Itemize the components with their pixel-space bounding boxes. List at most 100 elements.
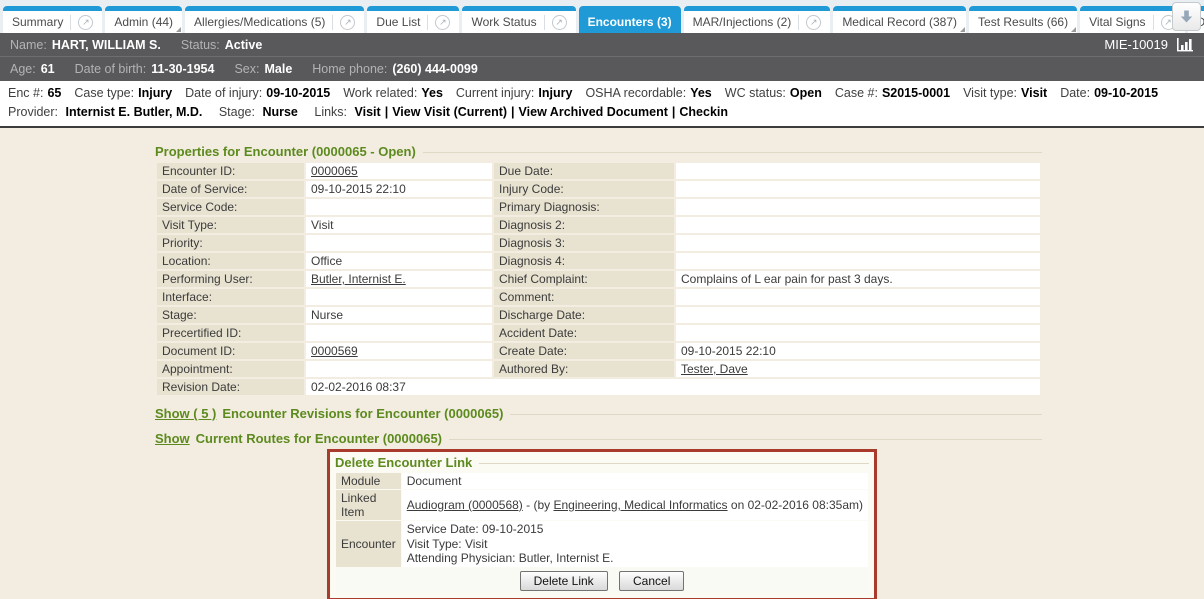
tab-admin-44[interactable]: Admin (44): [105, 6, 182, 33]
popout-icon[interactable]: ↗: [552, 15, 567, 30]
tab-due-list[interactable]: Due List↗: [367, 6, 459, 33]
tab-summary[interactable]: Summary ↗: [3, 6, 102, 33]
property-value: 09-10-2015 22:10: [676, 343, 1040, 359]
encounter-row: Encounter Service Date: 09-10-2015 Visit…: [336, 521, 868, 567]
cancel-button[interactable]: Cancel: [619, 571, 684, 591]
property-label: Priority:: [157, 235, 304, 251]
show-routes-link[interactable]: Show: [155, 431, 190, 446]
properties-title: Properties for Encounter (0000065 - Open…: [155, 144, 416, 159]
property-value-link[interactable]: 0000569: [311, 344, 358, 358]
tab-label: Encounters (3): [588, 15, 672, 29]
property-value: Tester, Dave: [676, 361, 1040, 377]
tab-label: Admin (44): [114, 15, 173, 29]
encounter-field-label: Current injury:: [456, 86, 535, 100]
encounter-link-view-archived-document[interactable]: View Archived Document: [519, 105, 668, 119]
property-value: Office: [306, 253, 492, 269]
revisions-section-heading: Show ( 5 ) Encounter Revisions for Encou…: [155, 406, 1042, 421]
tab-vital-signs[interactable]: Vital Signs↗: [1080, 6, 1184, 33]
tab-mar-injections-2[interactable]: MAR/Injections (2)↗: [684, 6, 831, 33]
tab-label: Medical Record (387): [842, 15, 957, 29]
property-label: Performing User:: [157, 271, 304, 287]
module-label: Module: [336, 473, 401, 489]
encounter-header-row1: Enc #:65Case type:InjuryDate of injury:0…: [8, 84, 1196, 103]
property-label: Visit Type:: [157, 217, 304, 233]
property-value-link[interactable]: 0000065: [311, 164, 358, 178]
property-label: Encounter ID:: [157, 163, 304, 179]
property-label: Authored By:: [494, 361, 674, 377]
tab-medical-record-387[interactable]: Medical Record (387): [833, 6, 966, 33]
tab-label: Vital Signs: [1089, 15, 1145, 29]
popout-icon[interactable]: ↗: [78, 15, 93, 30]
property-value: 0000569: [306, 343, 492, 359]
property-row: Precertified ID:Accident Date:: [157, 325, 1040, 341]
encounter-field-label: Visit type:: [963, 86, 1017, 100]
encounter-field-value: Yes: [421, 86, 443, 100]
property-value: [676, 253, 1040, 269]
property-value: 0000065: [306, 163, 492, 179]
stage-label: Stage:: [219, 105, 255, 119]
property-label: Primary Diagnosis:: [494, 199, 674, 215]
encounter-field-label: Case #:: [835, 86, 878, 100]
demo-field-value: 61: [41, 62, 55, 76]
encounter-field-value: 65: [47, 86, 61, 100]
property-label: Diagnosis 4:: [494, 253, 674, 269]
show-revisions-link[interactable]: Show ( 5 ): [155, 406, 216, 421]
linked-author-link[interactable]: Engineering, Medical Informatics: [553, 498, 727, 512]
encounter-link-checkin[interactable]: Checkin: [679, 105, 728, 119]
encounter-details: Service Date: 09-10-2015 Visit Type: Vis…: [402, 521, 868, 567]
property-value: [306, 199, 492, 215]
linked-item-text: - (by: [523, 498, 554, 512]
patient-status: Active: [225, 38, 263, 52]
tab-work-status[interactable]: Work Status↗: [462, 6, 575, 33]
popout-icon[interactable]: ↗: [435, 15, 450, 30]
property-value: Visit: [306, 217, 492, 233]
demographics-bar: Age:61Date of birth:11-30-1954Sex:MaleHo…: [0, 57, 1204, 81]
encounter-field-label: OSHA recordable:: [585, 86, 686, 100]
module-row: Module Document: [336, 473, 868, 489]
property-value-link[interactable]: Butler, Internist E.: [311, 272, 406, 286]
bar-chart-icon[interactable]: [1176, 37, 1194, 52]
encounter-visit-type: Visit Type: Visit: [407, 537, 863, 552]
property-label: Date of Service:: [157, 181, 304, 197]
tabs-scroll-down-button[interactable]: [1172, 2, 1201, 31]
encounter-label: Encounter: [336, 521, 401, 567]
encounter-field-label: Work related:: [343, 86, 417, 100]
property-value: [676, 235, 1040, 251]
encounter-attending-physician: Attending Physician: Butler, Internist E…: [407, 551, 863, 566]
property-label: Revision Date:: [157, 379, 304, 395]
property-value: [676, 181, 1040, 197]
delete-encounter-link-dialog: Delete Encounter Link Module Document Li…: [327, 449, 877, 599]
delete-dialog-heading: Delete Encounter Link: [335, 455, 869, 470]
property-label: Discharge Date:: [494, 307, 674, 323]
popout-icon[interactable]: ↗: [806, 15, 821, 30]
tab-corner-fold-icon: [176, 27, 181, 32]
linked-item-label: Linked Item: [336, 490, 401, 520]
property-row: Performing User:Butler, Internist E.Chie…: [157, 271, 1040, 287]
encounter-properties-table: Encounter ID:0000065Due Date:Date of Ser…: [155, 161, 1042, 397]
property-row: Stage:NurseDischarge Date:: [157, 307, 1040, 323]
link-separator: |: [385, 105, 389, 119]
property-value: [306, 235, 492, 251]
property-label: Appointment:: [157, 361, 304, 377]
tab-separator: [544, 15, 545, 30]
property-value: 02-02-2016 08:37: [306, 379, 1040, 395]
module-value: Document: [402, 473, 868, 489]
tab-allergies-medications-5[interactable]: Allergies/Medications (5)↗: [185, 6, 364, 33]
properties-section-heading: Properties for Encounter (0000065 - Open…: [155, 144, 1042, 159]
property-label: Comment:: [494, 289, 674, 305]
property-value-link[interactable]: Tester, Dave: [681, 362, 748, 376]
property-value: [306, 325, 492, 341]
popout-icon[interactable]: ↗: [340, 15, 355, 30]
link-separator: |: [511, 105, 515, 119]
tab-test-results-66[interactable]: Test Results (66): [969, 6, 1077, 33]
property-label: Service Code:: [157, 199, 304, 215]
encounter-link-visit[interactable]: Visit: [355, 105, 381, 119]
encounter-link-view-visit-current[interactable]: View Visit (Current): [392, 105, 507, 119]
delete-link-button[interactable]: Delete Link: [520, 571, 608, 591]
tab-encounters-3[interactable]: Encounters (3): [579, 6, 681, 33]
linked-document-link[interactable]: Audiogram (0000568): [407, 498, 523, 512]
property-row: Service Code: Primary Diagnosis:: [157, 199, 1040, 215]
tab-label: Summary: [12, 15, 63, 29]
property-value: [676, 289, 1040, 305]
encounter-field-label: WC status:: [725, 86, 786, 100]
